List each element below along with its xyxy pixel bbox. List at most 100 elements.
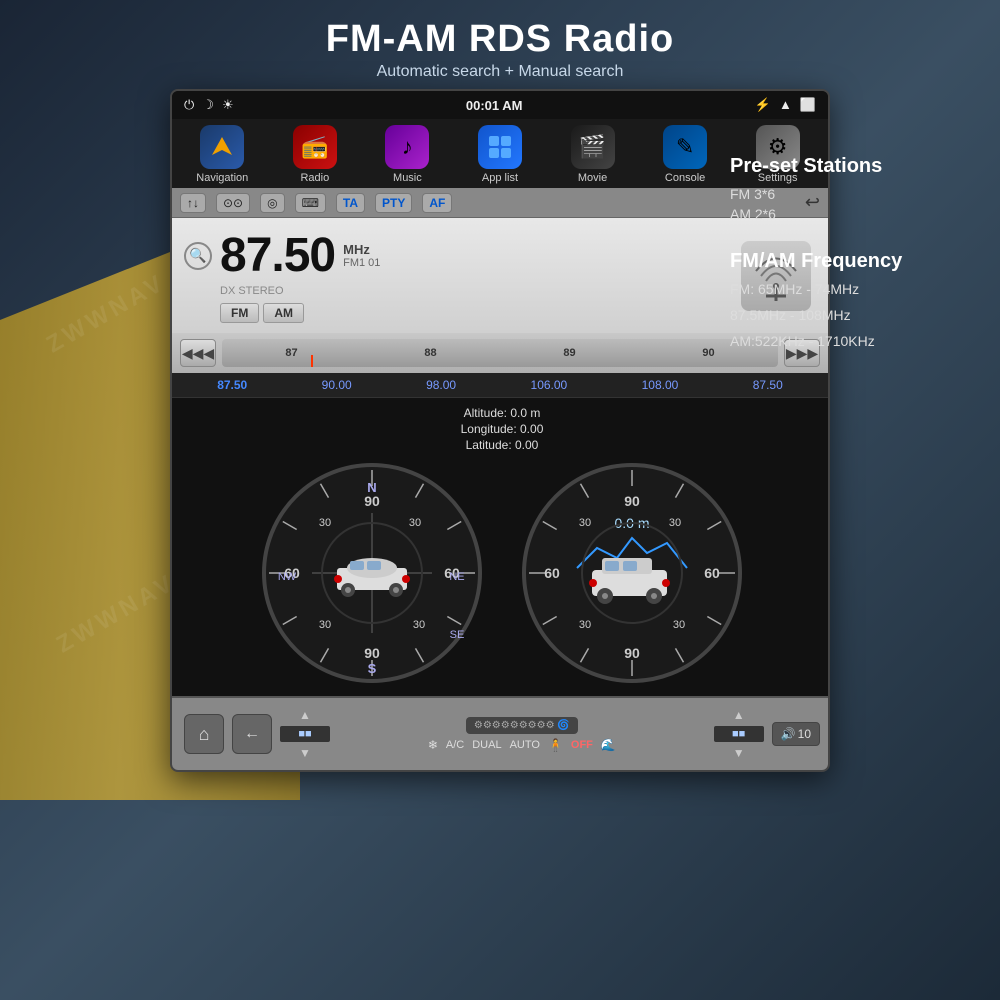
tune-back-button[interactable]: ◀◀◀ — [180, 339, 216, 367]
frequency-section: FM/AM Frequency FM: 65MHz - 74MHz 87.5MH… — [730, 250, 980, 349]
navigation-icon — [200, 125, 244, 169]
svg-text:NE: NE — [449, 571, 464, 583]
radio-frequency-section: 🔍 87.50 MHz FM1 01 DX STEREO FM AM — [184, 228, 724, 323]
temp-display-left: ■■ — [280, 726, 330, 742]
ac-center-controls: ⚙⚙⚙⚙⚙⚙⚙⚙⚙ 🌀 ❄ A/C DUAL AUTO 🧍 OFF 🌊 — [338, 717, 706, 752]
gps-info: Altitude: 0.0 m Longitude: 0.00 Latitude… — [461, 406, 544, 452]
right-temp-control: ▲ ■■ ▼ — [714, 706, 764, 762]
sidebar-item-music[interactable]: ♪ Music — [367, 125, 447, 184]
preset-4[interactable]: 106.00 — [531, 378, 568, 392]
radio-icon: 📻 — [293, 125, 337, 169]
water-icon: 🌊 — [601, 738, 616, 752]
svg-text:90: 90 — [364, 645, 380, 661]
ac-labels: ❄ A/C DUAL AUTO 🧍 OFF 🌊 — [428, 738, 616, 752]
longitude-label: Longitude: 0.00 — [461, 422, 544, 436]
status-bar: ⏻ ☽ ☀ 00:01 AM ⚡ ▲ ⬜ — [172, 91, 828, 119]
pty-button[interactable]: PTY — [375, 193, 412, 213]
dx-stereo-label: DX STEREO — [220, 285, 724, 297]
right-info-panel: Pre-set Stations FM 3*6 AM 2*6 FM/AM Fre… — [730, 155, 980, 377]
svg-text:90: 90 — [624, 493, 640, 509]
volume-button[interactable]: 🔊 10 — [772, 722, 820, 746]
sidebar-item-navigation[interactable]: Navigation — [182, 125, 262, 184]
svg-text:30: 30 — [319, 619, 331, 631]
preset-6[interactable]: 87.50 — [753, 378, 783, 392]
preset-stations-title: Pre-set Stations — [730, 155, 980, 178]
tuner-num-87: 87 — [285, 347, 297, 359]
tuner-num-88: 88 — [424, 347, 436, 359]
screen-icon: ⬜ — [800, 97, 816, 113]
eq-button[interactable]: ↑↓ — [180, 193, 206, 213]
svg-text:90: 90 — [364, 493, 380, 509]
status-left-icons: ⏻ ☽ ☀ — [184, 97, 234, 113]
keyboard-button[interactable]: ⌨ — [295, 193, 326, 213]
brightness-icon: ☀ — [222, 97, 234, 113]
person-icon: 🧍 — [548, 738, 563, 752]
preset-2[interactable]: 90.00 — [322, 378, 352, 392]
sidebar-item-console[interactable]: ✎ Console — [645, 125, 725, 184]
nav-label: Navigation — [196, 172, 248, 184]
svg-text:N: N — [367, 480, 376, 495]
home-button[interactable]: ⌂ — [184, 714, 224, 754]
auto-label: AUTO — [510, 739, 540, 751]
svg-text:60: 60 — [704, 565, 720, 581]
ac-snowflake: ❄ — [428, 738, 438, 752]
tuner-track: 87 88 89 90 — [222, 339, 778, 367]
frequency-title: FM/AM Frequency — [730, 250, 980, 273]
svg-text:30: 30 — [579, 517, 591, 529]
preset-3[interactable]: 98.00 — [426, 378, 456, 392]
sidebar-item-applist[interactable]: App list — [460, 125, 540, 184]
preset-fm: FM 3*6 — [730, 186, 980, 202]
back-nav-button[interactable]: ← — [232, 714, 272, 754]
movie-label: Movie — [578, 172, 607, 184]
temp-display-right: ■■ — [714, 726, 764, 742]
usb-icon: ⚡ — [755, 97, 771, 113]
applist-icon — [478, 125, 522, 169]
gauge-1-svg: 90 60 60 90 30 30 30 30 N NW NE S SE — [257, 458, 487, 688]
frequency-display: 🔍 87.50 MHz FM1 01 — [184, 228, 724, 283]
scan-button[interactable]: ⊙⊙ — [216, 193, 250, 213]
latitude-label: Latitude: 0.00 — [466, 438, 539, 452]
sidebar-item-radio[interactable]: 📻 Radio — [275, 125, 355, 184]
tuner-marker — [311, 355, 313, 367]
applist-label: App list — [482, 172, 518, 184]
music-icon: ♪ — [385, 125, 429, 169]
ta-button[interactable]: TA — [336, 193, 365, 213]
svg-text:90: 90 — [624, 645, 640, 661]
console-label: Console — [665, 172, 705, 184]
svg-text:30: 30 — [579, 619, 591, 631]
volume-value: 10 — [798, 727, 811, 741]
preset-am: AM 2*6 — [730, 206, 980, 222]
gauge-2-svg: 90 60 60 90 30 30 30 30 0.0 m — [517, 458, 747, 688]
svg-text:30: 30 — [673, 619, 685, 631]
main-content: FM-AM RDS Radio Automatic search + Manua… — [0, 0, 1000, 1000]
sidebar-item-movie[interactable]: 🎬 Movie — [553, 125, 633, 184]
search-icon[interactable]: 🔍 — [184, 242, 212, 270]
preset-5[interactable]: 108.00 — [642, 378, 679, 392]
am-button[interactable]: AM — [263, 303, 304, 323]
freq-band-info: FM1 01 — [343, 257, 380, 269]
status-right-icons: ⚡ ▲ ⬜ — [755, 97, 816, 113]
mode-button[interactable]: ◎ — [260, 193, 284, 213]
console-icon: ✎ — [663, 125, 707, 169]
temp-down-right[interactable]: ▼ — [727, 744, 751, 762]
preset-1[interactable]: 87.50 — [217, 378, 247, 392]
tuner-num-89: 89 — [563, 347, 575, 359]
fm-am-selector: FM AM — [220, 303, 724, 323]
wifi-icon: ▲ — [779, 97, 792, 113]
temp-up-left[interactable]: ▲ — [293, 706, 317, 724]
svg-text:SE: SE — [450, 629, 465, 641]
freq-fm-high: 87.5MHz - 108MHz — [730, 307, 980, 323]
power-icon: ⏻ — [184, 97, 194, 113]
music-label: Music — [393, 172, 422, 184]
temp-down-left[interactable]: ▼ — [293, 744, 317, 762]
fm-button[interactable]: FM — [220, 303, 259, 323]
ac-panel: ⌂ ← ▲ ■■ ▼ ⚙⚙⚙⚙⚙⚙⚙⚙⚙ 🌀 ❄ A/C DUAL AUTO 🧍 — [172, 696, 830, 770]
ac-label: A/C — [446, 739, 464, 751]
af-button[interactable]: AF — [422, 193, 452, 213]
vent-control: ⚙⚙⚙⚙⚙⚙⚙⚙⚙ 🌀 — [466, 717, 578, 734]
temp-up-right[interactable]: ▲ — [727, 706, 751, 724]
gauges-row: 90 60 60 90 30 30 30 30 N NW NE S SE — [257, 458, 747, 688]
freq-am: AM:522KHz - 1710KHz — [730, 333, 980, 349]
altitude-label: Altitude: 0.0 m — [464, 406, 541, 420]
off-label: OFF — [571, 739, 593, 751]
